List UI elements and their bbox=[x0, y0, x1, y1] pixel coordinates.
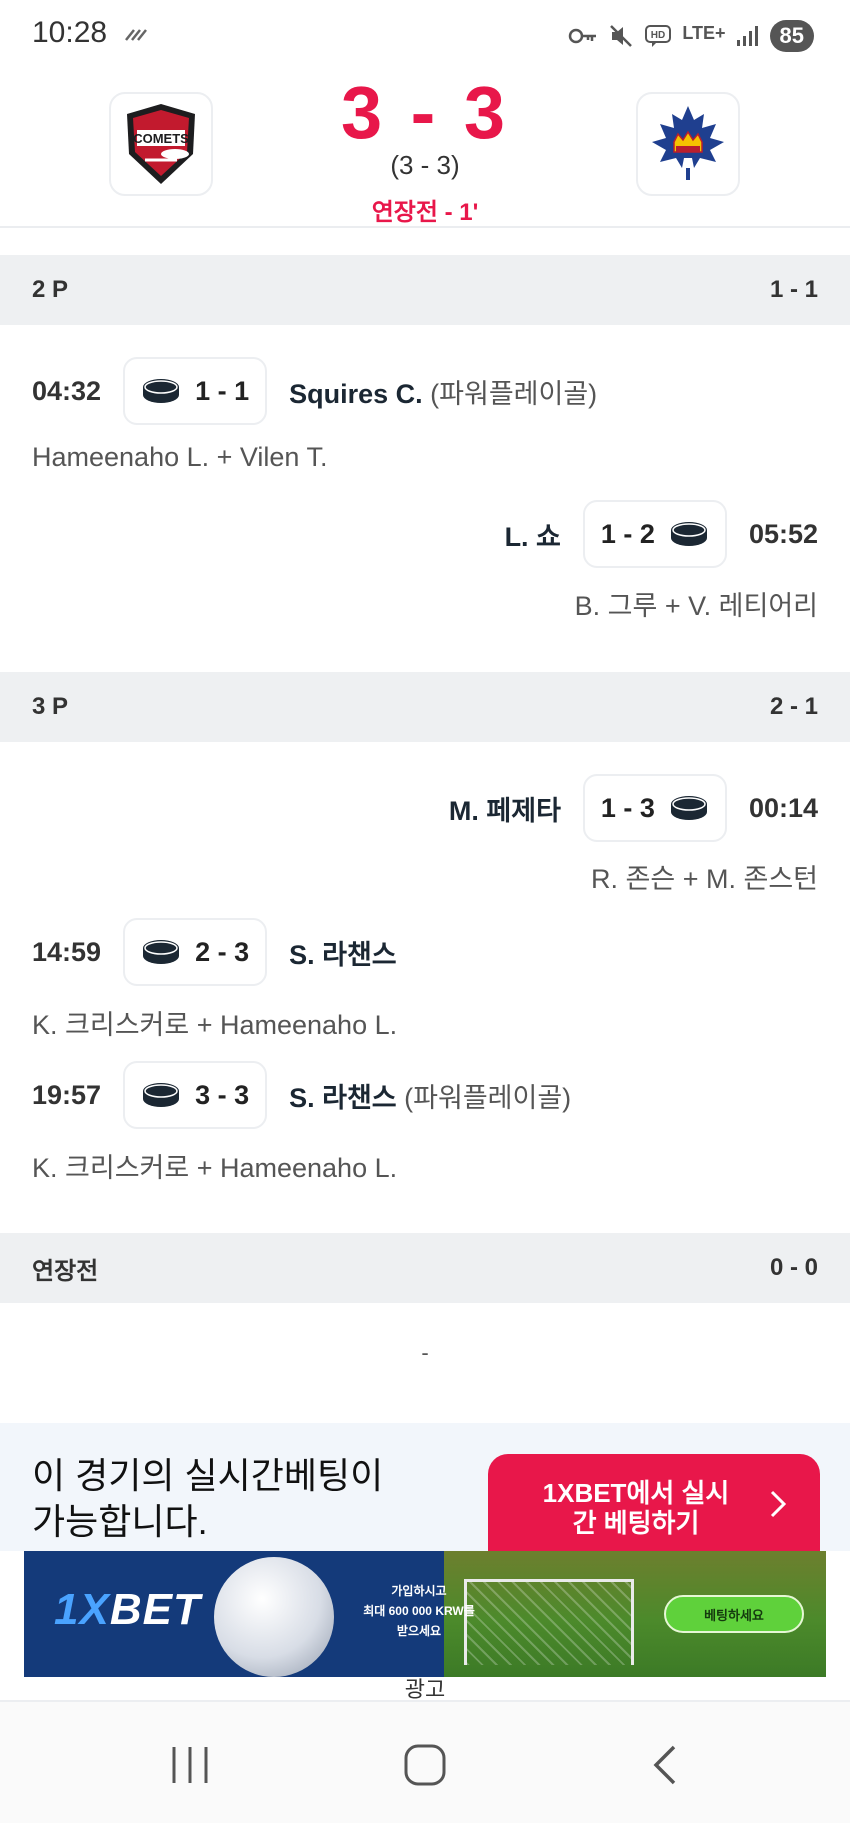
ad-copy-line: 최대 600 000 KRW를 bbox=[363, 1604, 475, 1618]
period-label: 3 P bbox=[32, 693, 69, 720]
period-label: 2 P bbox=[32, 276, 69, 303]
goal-score-badge: 2 - 3 bbox=[123, 918, 268, 986]
back-icon bbox=[653, 1745, 676, 1785]
scorer-name: Squires C. bbox=[289, 378, 423, 409]
puck-icon bbox=[670, 522, 707, 546]
period-header-ot: 연장전 0 - 0 bbox=[0, 1233, 850, 1303]
ad-copy-line: 가입하시고 bbox=[391, 1584, 447, 1598]
goal-score-badge: 1 - 2 bbox=[582, 500, 727, 568]
scorer-name: L. 쇼 bbox=[504, 521, 561, 552]
goal-score-badge: 1 - 3 bbox=[582, 774, 727, 842]
goal-scorer[interactable]: M. 페제타 bbox=[449, 789, 561, 828]
status-time: 10:28 bbox=[32, 16, 108, 49]
goal-event: 14:59 2 - 3 S. 라챈스 bbox=[32, 918, 397, 986]
goal-score: 3 - 3 bbox=[195, 1079, 250, 1110]
key-icon bbox=[568, 26, 598, 46]
ad-logo-suffix: BET bbox=[109, 1585, 201, 1634]
period-header-3p: 3 P 2 - 1 bbox=[0, 672, 850, 742]
goal-event: 19:57 3 - 3 S. 라챈스 (파워플레이골) bbox=[32, 1061, 571, 1129]
period-score: 1 - 1 bbox=[769, 276, 818, 303]
ad-logo: 1XBET bbox=[54, 1585, 201, 1635]
recent-apps-icon bbox=[172, 1747, 208, 1783]
wave-icon bbox=[124, 28, 150, 47]
goal-time: 19:57 bbox=[32, 1079, 102, 1110]
scorer-name: S. 라챈스 bbox=[289, 1082, 397, 1113]
goal-time: 00:14 bbox=[748, 792, 818, 823]
overtime-empty: - bbox=[421, 1340, 429, 1365]
promo-button-line: 1XBET에서 실시 bbox=[542, 1478, 730, 1508]
goal-scorer[interactable]: L. 쇼 bbox=[505, 515, 561, 554]
promo-button-label: 1XBET에서 실시 간 베팅하기 bbox=[521, 1478, 751, 1538]
system-nav-bar bbox=[0, 1700, 850, 1823]
goal-assists: K. 크리스커로 + Hameenaho L. bbox=[32, 1153, 398, 1183]
svg-text:HD: HD bbox=[651, 30, 665, 41]
match-header: COMETS 3 - 3 (3 - 3) 연장전 - 1' bbox=[0, 70, 850, 228]
goal-assists: B. 그루 + V. 레티어리 bbox=[574, 591, 818, 621]
period-label: 연장전 bbox=[32, 1257, 99, 1285]
back-button[interactable] bbox=[625, 1730, 705, 1800]
goal-score: 1 - 2 bbox=[600, 518, 655, 549]
puck-icon bbox=[670, 796, 707, 820]
ad-banner[interactable]: 1XBET 가입하시고 최대 600 000 KRW를 받으세요 베팅하세요 bbox=[24, 1551, 826, 1677]
ad-copy: 가입하시고 최대 600 000 KRW를 받으세요 bbox=[344, 1581, 494, 1641]
goal-time: 05:52 bbox=[748, 518, 818, 549]
match-status: 연장전 - 1' bbox=[371, 199, 479, 226]
goal-score: 1 - 3 bbox=[600, 792, 655, 823]
recent-apps-button[interactable] bbox=[150, 1730, 230, 1800]
period-header-2p: 2 P 1 - 1 bbox=[0, 255, 850, 325]
battery-icon: 85 bbox=[769, 20, 814, 52]
mute-icon bbox=[608, 23, 634, 49]
goal-score-badge: 3 - 3 bbox=[123, 1061, 268, 1129]
promo-button-line: 간 베팅하기 bbox=[572, 1508, 700, 1538]
signal-icon bbox=[736, 25, 760, 47]
lte-icon: LTE+ bbox=[682, 23, 726, 43]
home-icon bbox=[404, 1744, 446, 1786]
ad-copy-line: 받으세요 bbox=[396, 1624, 442, 1638]
ad-logo-prefix: 1X bbox=[54, 1585, 110, 1634]
puck-icon bbox=[143, 940, 180, 964]
scorer-name: M. 페제타 bbox=[448, 795, 561, 826]
goal-event: M. 페제타 1 - 3 00:14 bbox=[449, 774, 818, 842]
goal-assists: R. 존슨 + M. 존스턴 bbox=[591, 864, 818, 894]
goal-assists: K. 크리스커로 + Hameenaho L. bbox=[32, 1010, 398, 1040]
live-betting-promo: 이 경기의 실시간베팅이 가능합니다. 1XBET에서 실시 간 베팅하기 bbox=[0, 1423, 850, 1562]
period-score: 2 - 1 bbox=[769, 693, 818, 720]
promo-text-line: 이 경기의 실시간베팅이 bbox=[32, 1455, 384, 1496]
goal-scorer[interactable]: Squires C. (파워플레이골) bbox=[289, 372, 597, 411]
promo-text: 이 경기의 실시간베팅이 가능합니다. bbox=[32, 1453, 383, 1545]
goal-score: 2 - 3 bbox=[195, 936, 250, 967]
ad-cta-button[interactable]: 베팅하세요 bbox=[664, 1595, 804, 1633]
goal-assists: Hameenaho L. + Vilen T. bbox=[32, 442, 328, 472]
promo-text-line: 가능합니다. bbox=[32, 1501, 208, 1542]
goal-time: 14:59 bbox=[32, 936, 102, 967]
hd-icon: HD bbox=[644, 23, 672, 49]
scorer-name: S. 라챈스 bbox=[289, 939, 397, 970]
puck-icon bbox=[143, 1083, 180, 1107]
goal-score-badge: 1 - 1 bbox=[123, 357, 268, 425]
goal-note: (파워플레이골) bbox=[430, 378, 598, 409]
goal-scorer[interactable]: S. 라챈스 bbox=[289, 933, 397, 972]
puck-icon bbox=[143, 379, 180, 403]
goal-event: L. 쇼 1 - 2 05:52 bbox=[505, 500, 818, 568]
status-bar: 10:28 HD LTE+ 85 bbox=[0, 0, 850, 70]
goal-time: 04:32 bbox=[32, 375, 102, 406]
chevron-right-icon bbox=[769, 1489, 787, 1528]
goal-scorer[interactable]: S. 라챈스 (파워플레이골) bbox=[289, 1076, 571, 1115]
away-team-logo[interactable] bbox=[636, 92, 740, 196]
goal-event: 04:32 1 - 1 Squires C. (파워플레이골) bbox=[32, 357, 597, 425]
goal-score: 1 - 1 bbox=[195, 375, 250, 406]
period-score: 0 - 0 bbox=[769, 1254, 818, 1281]
goal-note: (파워플레이골) bbox=[404, 1082, 572, 1113]
live-betting-button[interactable]: 1XBET에서 실시 간 베팅하기 bbox=[488, 1454, 820, 1562]
ad-ball-image bbox=[214, 1557, 334, 1677]
home-button[interactable] bbox=[385, 1730, 465, 1800]
